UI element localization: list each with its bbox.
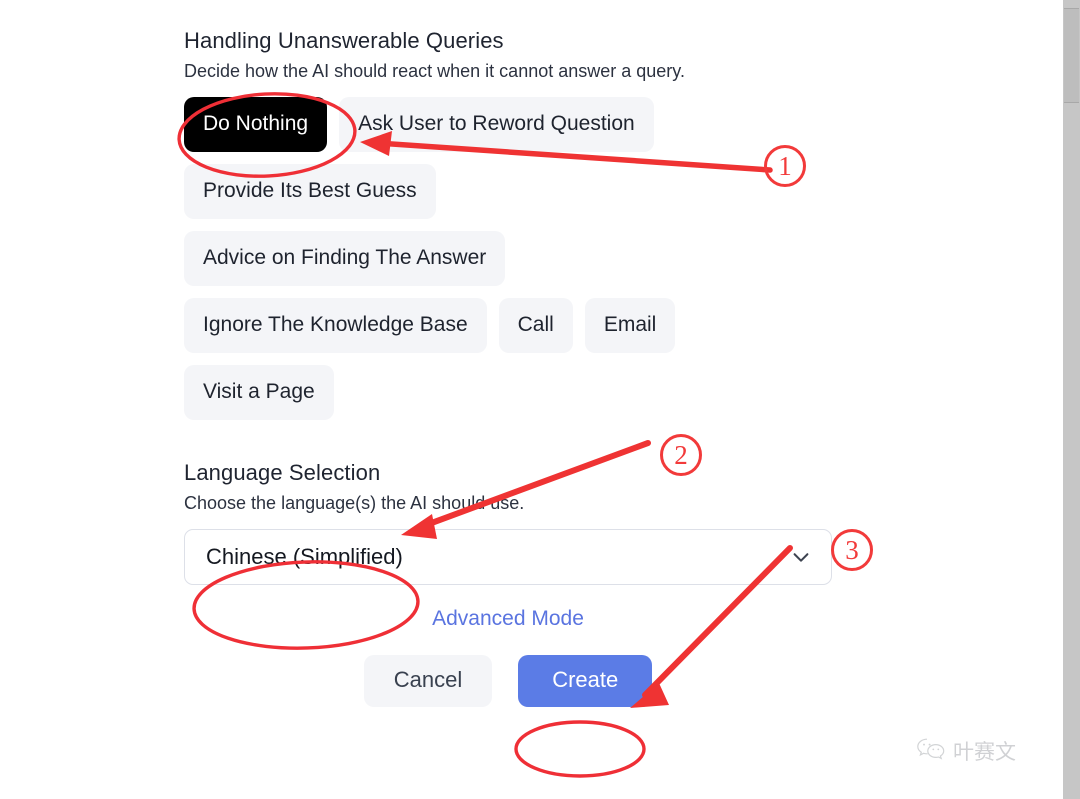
watermark-text: 叶赛文 bbox=[953, 740, 1016, 764]
vertical-scrollbar-thumb[interactable] bbox=[1064, 8, 1079, 103]
option-chip-call[interactable]: Call bbox=[498, 298, 573, 353]
chip-row: Provide Its Best Guess bbox=[184, 164, 844, 219]
language-selection-section: Language Selection Choose the language(s… bbox=[184, 458, 844, 585]
watermark: 叶赛文 bbox=[916, 736, 1016, 766]
wechat-icon bbox=[916, 737, 946, 766]
unanswerable-option-list: Do Nothing Ask User to Reword Question P… bbox=[184, 97, 844, 420]
option-chip-email[interactable]: Email bbox=[584, 298, 676, 353]
section-subtitle-unanswerable: Decide how the AI should react when it c… bbox=[184, 61, 685, 81]
chip-row: Do Nothing Ask User to Reword Question bbox=[184, 97, 844, 152]
annotation-marker-1: 1 bbox=[764, 145, 806, 187]
option-chip-provide-its-best-guess[interactable]: Provide Its Best Guess bbox=[184, 164, 436, 219]
section-title-language: Language Selection bbox=[184, 460, 381, 485]
dialog-actions: Cancel Create bbox=[184, 655, 832, 707]
ai-settings-dialog: Handling Unanswerable Queries Decide how… bbox=[184, 26, 844, 707]
cancel-button[interactable]: Cancel bbox=[363, 655, 493, 707]
option-chip-do-nothing[interactable]: Do Nothing bbox=[184, 97, 328, 152]
vertical-scrollbar-track[interactable] bbox=[1063, 0, 1080, 799]
chip-row: Ignore The Knowledge Base Call Email bbox=[184, 298, 844, 353]
unanswerable-queries-section: Handling Unanswerable Queries Decide how… bbox=[184, 26, 844, 420]
chevron-down-icon bbox=[790, 546, 812, 568]
chip-row: Visit a Page bbox=[184, 365, 844, 420]
option-chip-ask-user-to-reword-question[interactable]: Ask User to Reword Question bbox=[339, 97, 654, 152]
language-select-value: Chinese (Simplified) bbox=[206, 544, 403, 569]
screenshot-root: Handling Unanswerable Queries Decide how… bbox=[0, 0, 1080, 799]
section-title-unanswerable: Handling Unanswerable Queries bbox=[184, 28, 504, 53]
language-select[interactable]: Chinese (Simplified) bbox=[184, 529, 832, 585]
create-button[interactable]: Create bbox=[518, 655, 653, 707]
option-chip-ignore-the-knowledge-base[interactable]: Ignore The Knowledge Base bbox=[184, 298, 487, 353]
annotation-marker-2: 2 bbox=[660, 434, 702, 476]
option-chip-visit-a-page[interactable]: Visit a Page bbox=[184, 365, 334, 420]
chip-row: Advice on Finding The Answer bbox=[184, 231, 844, 286]
advanced-mode-row: Advanced Mode bbox=[184, 607, 832, 631]
annotation-marker-3: 3 bbox=[831, 529, 873, 571]
option-chip-advice-on-finding-the-answer[interactable]: Advice on Finding The Answer bbox=[184, 231, 506, 286]
annotation-ellipse-create bbox=[514, 720, 646, 778]
section-subtitle-language: Choose the language(s) the AI should use… bbox=[184, 493, 525, 513]
advanced-mode-link[interactable]: Advanced Mode bbox=[432, 607, 584, 630]
